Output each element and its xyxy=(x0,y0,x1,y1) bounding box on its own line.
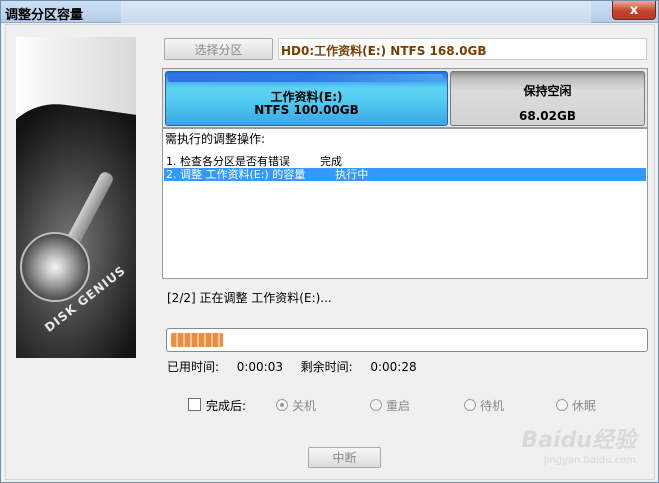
disk-genius-logo-image: DISK GENIUS xyxy=(16,37,136,358)
resize-partition-window: 调整分区容量 x DISK GENIUS 选择分区 HD0:工作资料(E:) N… xyxy=(0,0,659,483)
operation-status: 执行中 xyxy=(335,168,369,181)
window-title: 调整分区容量 xyxy=(5,8,84,23)
radio-restart-label: 重启 xyxy=(386,399,411,413)
operation-label: 2. 调整 工作资料(E:) 的容量 xyxy=(166,168,306,181)
free-space-label: 保持空闲 xyxy=(523,84,572,98)
remaining-time-label: 剩余时间: xyxy=(300,360,353,374)
title-bar-blank xyxy=(121,1,591,23)
disk-platter-graphic xyxy=(20,232,90,302)
remaining-time-value: 0:00:28 xyxy=(370,360,417,374)
radio-standby-label: 待机 xyxy=(480,399,505,413)
radio-shutdown-label: 关机 xyxy=(292,399,317,413)
partition-bar: 工作资料(E:) NTFS 100.00GB 保持空闲 68.02GB xyxy=(162,68,648,128)
after-complete-options: 完成后: 关机 重启 待机 休眠 xyxy=(188,397,628,413)
operation-status: 完成 xyxy=(320,155,342,168)
partition-used-block[interactable]: 工作资料(E:) NTFS 100.00GB xyxy=(165,71,448,126)
watermark-url: jingyan.baidu.com xyxy=(543,455,636,466)
list-item[interactable]: 1. 检查各分区是否有错误 完成 xyxy=(164,155,646,168)
partition-used-highlight xyxy=(168,74,443,82)
progress-bar xyxy=(166,328,648,352)
operation-label: 1. 检查各分区是否有错误 xyxy=(166,155,290,168)
radio-hibernate-label: 休眠 xyxy=(572,399,597,413)
main-panel: DISK GENIUS 选择分区 HD0:工作资料(E:) NTFS 168.0… xyxy=(5,24,655,480)
radio-standby[interactable] xyxy=(464,399,476,411)
progress-fill xyxy=(171,333,223,347)
baidu-watermark: Baidu经验 jingyan.baidu.com xyxy=(521,428,636,471)
operations-list[interactable]: 需执行的调整操作: 1. 检查各分区是否有错误 完成 2. 调整 工作资料(E:)… xyxy=(162,128,648,279)
time-info: 已用时间: 0:00:03 剩余时间: 0:00:28 xyxy=(167,358,417,375)
watermark-text: Baidu经验 xyxy=(521,428,636,453)
select-partition-button[interactable]: 选择分区 xyxy=(164,38,273,60)
status-text: [2/2] 正在调整 工作资料(E:)... xyxy=(167,291,332,305)
after-complete-label: 完成后: xyxy=(206,399,247,413)
operations-title: 需执行的调整操作: xyxy=(165,132,266,146)
radio-restart[interactable] xyxy=(370,399,382,411)
close-button[interactable]: x xyxy=(612,1,656,20)
elapsed-time-value: 0:00:03 xyxy=(236,360,283,374)
list-item-selected[interactable]: 2. 调整 工作资料(E:) 的容量 执行中 xyxy=(164,168,646,181)
elapsed-time-label: 已用时间: xyxy=(167,360,220,374)
free-space-size: 68.02GB xyxy=(519,109,576,123)
disk-info-field: HD0:工作资料(E:) NTFS 168.0GB xyxy=(278,38,647,60)
partition-free-block[interactable]: 保持空闲 68.02GB xyxy=(450,71,645,126)
abort-button[interactable]: 中断 xyxy=(308,447,381,468)
close-icon: x xyxy=(629,2,639,18)
radio-shutdown[interactable] xyxy=(276,399,288,411)
radio-hibernate[interactable] xyxy=(556,399,568,411)
title-bar[interactable]: 调整分区容量 x xyxy=(1,1,658,23)
after-complete-checkbox[interactable] xyxy=(188,398,201,411)
partition-size: NTFS 100.00GB xyxy=(254,103,359,117)
